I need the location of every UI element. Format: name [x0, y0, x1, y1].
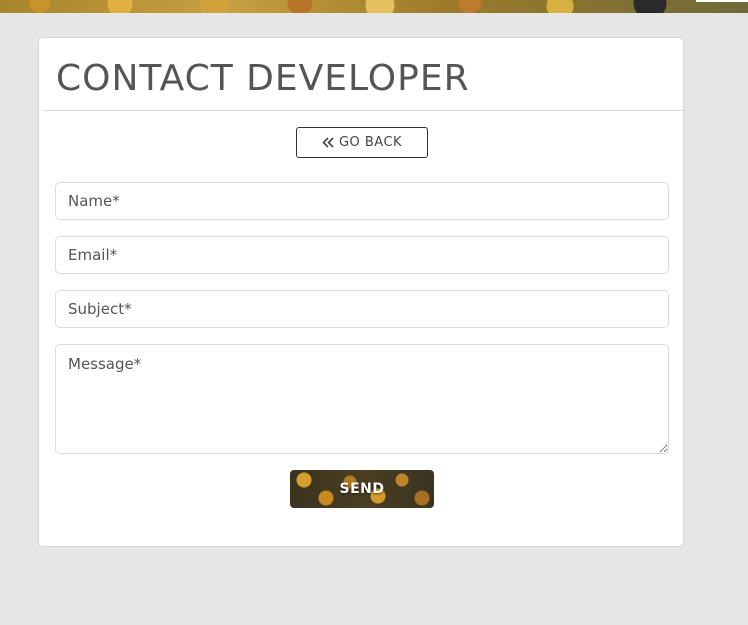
- title-divider: [43, 110, 683, 111]
- page-title: CONTACT DEVELOPER: [56, 58, 470, 99]
- name-input[interactable]: [55, 182, 669, 220]
- header-corner-decoration: [696, 0, 748, 2]
- send-button[interactable]: SEND: [290, 470, 434, 508]
- go-back-label: GO BACK: [338, 135, 403, 150]
- contact-card: CONTACT DEVELOPER GO BACK SEND: [38, 37, 684, 547]
- subject-input[interactable]: [55, 290, 669, 328]
- message-textarea[interactable]: [55, 344, 669, 454]
- go-back-button[interactable]: GO BACK: [296, 127, 428, 158]
- double-chevron-left-icon: [322, 137, 334, 148]
- header-banner: [0, 0, 748, 13]
- email-input[interactable]: [55, 236, 669, 274]
